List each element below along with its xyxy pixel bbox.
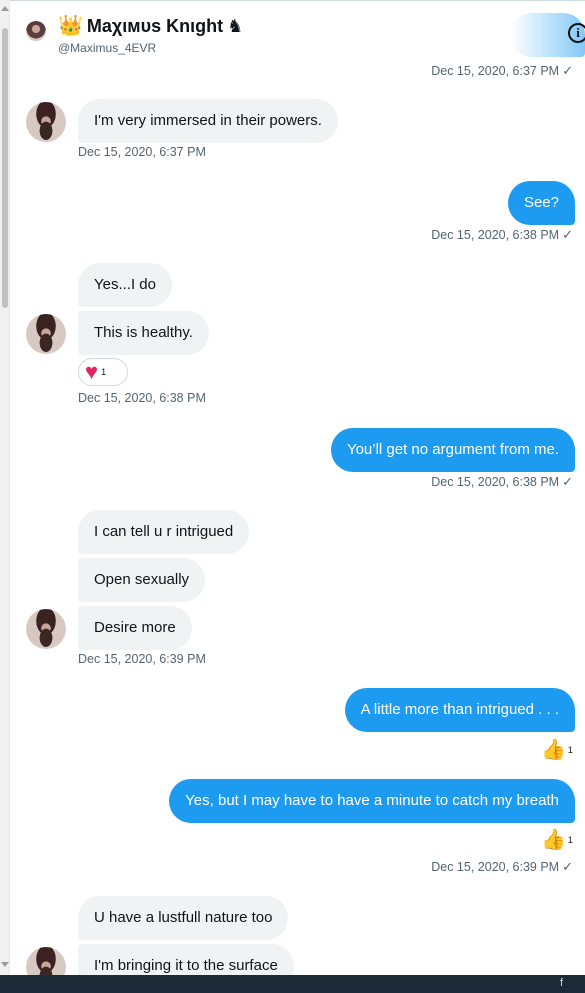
crown-icon: 👑 xyxy=(58,15,83,37)
taskbar: f xyxy=(0,975,585,993)
message-thread: 👑 Maχιмυs Knιght ♞ @Maximus_4EVR i Dec 15,… xyxy=(10,0,585,988)
message-timestamp: Dec 15, 2020, 6:38 PM xyxy=(78,391,206,405)
timestamp-text: Dec 15, 2020, 6:37 PM xyxy=(431,64,560,78)
timestamp-text: Dec 15, 2020, 6:39 PM xyxy=(431,860,560,874)
reaction-count: 1 xyxy=(567,745,573,755)
contact-handle[interactable]: @Maximus_4EVR xyxy=(58,41,156,55)
received-message[interactable]: I can tell u r intrigued xyxy=(78,510,250,554)
info-icon[interactable]: i xyxy=(568,23,585,43)
message-timestamp: Dec 15, 2020, 6:38 PM ✓ xyxy=(431,474,573,490)
conversation-header: 👑 Maχιмυs Knιght ♞ @Maximus_4EVR i xyxy=(10,0,585,60)
avatar[interactable] xyxy=(26,609,66,649)
message-timestamp: Dec 15, 2020, 6:39 PM xyxy=(78,652,206,666)
timestamp-text: Dec 15, 2020, 6:38 PM xyxy=(431,228,560,242)
contact-name-text: Maχιмυs Knιght xyxy=(86,16,224,36)
scroll-up-arrow-icon[interactable] xyxy=(1,6,9,11)
sent-message[interactable]: A little more than intrigued . . . xyxy=(344,688,575,732)
check-icon: ✓ xyxy=(562,474,573,489)
knight-icon: ♞ xyxy=(227,16,244,36)
contact-name[interactable]: 👑 Maχιмυs Knιght ♞ xyxy=(58,13,243,38)
sent-message[interactable]: See? xyxy=(507,181,575,225)
check-icon: ✓ xyxy=(562,859,573,874)
thumbs-up-reaction[interactable]: 👍 1 xyxy=(541,736,575,764)
message-timestamp: Dec 15, 2020, 6:37 PM xyxy=(78,145,206,159)
message-timestamp: Dec 15, 2020, 6:37 PM ✓ xyxy=(431,63,573,79)
avatar[interactable] xyxy=(26,102,66,142)
received-message[interactable]: U have a lustfull nature too xyxy=(78,896,289,940)
sent-message[interactable]: You’ll get no argument from me. xyxy=(330,428,575,472)
received-message[interactable]: Open sexually xyxy=(78,558,206,602)
heart-reaction[interactable]: ♥ 1 xyxy=(78,358,128,386)
received-message[interactable]: Yes...I do xyxy=(78,263,172,307)
message-timestamp: Dec 15, 2020, 6:38 PM ✓ xyxy=(431,227,573,243)
received-message[interactable]: This is healthy. xyxy=(78,311,209,355)
header-avatar[interactable] xyxy=(26,21,46,41)
received-message[interactable]: I'm very immersed in their powers. xyxy=(78,99,338,143)
dm-conversation-page: 👑 Maχιмυs Knιght ♞ @Maximus_4EVR i Dec 15,… xyxy=(0,0,585,993)
scroll-down-arrow-icon[interactable] xyxy=(1,962,9,967)
thumbs-up-icon: 👍 xyxy=(541,829,566,851)
received-message[interactable]: Desire more xyxy=(78,606,192,650)
sent-message[interactable]: Yes, but I may have to have a minute to … xyxy=(169,779,575,823)
scrollbar[interactable] xyxy=(0,0,10,975)
message-timestamp: Dec 15, 2020, 6:39 PM ✓ xyxy=(431,859,573,875)
check-icon: ✓ xyxy=(562,63,573,78)
heart-icon: ♥ xyxy=(85,359,99,384)
scroll-thumb[interactable] xyxy=(2,28,8,308)
check-icon: ✓ xyxy=(562,227,573,242)
thumbs-up-icon: 👍 xyxy=(541,739,566,761)
reaction-count: 1 xyxy=(101,367,107,377)
taskbar-app-icon[interactable]: f xyxy=(560,977,563,989)
avatar[interactable] xyxy=(26,314,66,354)
timestamp-text: Dec 15, 2020, 6:38 PM xyxy=(431,475,560,489)
thumbs-up-reaction[interactable]: 👍 1 xyxy=(541,826,575,854)
reaction-count: 1 xyxy=(567,835,573,845)
